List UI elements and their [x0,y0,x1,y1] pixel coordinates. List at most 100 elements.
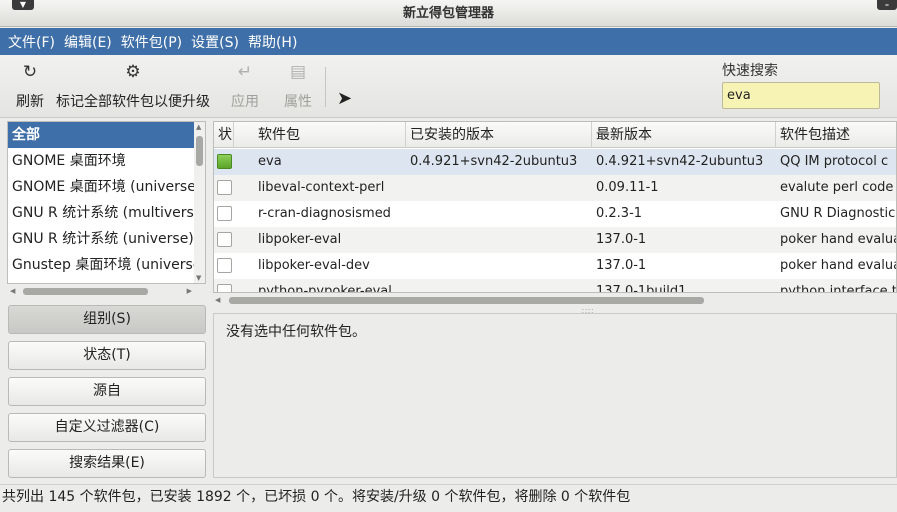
properties-label: 属性 [284,94,312,110]
quick-search-input[interactable] [722,82,880,109]
description-cell: QQ IM protocol c [780,154,889,169]
not-installed-checkbox[interactable] [217,180,232,195]
menu-settings[interactable]: 设置(S) [191,32,239,52]
scrollbar-thumb[interactable] [23,288,148,295]
filter-sections-button[interactable]: 组别(S) [8,305,206,334]
quick-search-label: 快速搜索 [722,63,778,79]
not-installed-checkbox[interactable] [217,258,232,273]
menu-edit[interactable]: 编辑(E) [64,32,112,52]
table-row[interactable]: libpoker-eval 137.0-1 poker hand evalua [214,227,897,253]
installed-version-cell [406,201,592,227]
latest-version-cell: 137.0-1build1 [596,284,687,293]
scroll-left-arrow-icon[interactable]: ◀ [10,287,15,295]
not-installed-checkbox[interactable] [217,206,232,221]
column-status[interactable]: 状 [214,122,234,148]
status-cell [214,201,254,227]
apply-label: 应用 [231,94,259,110]
category-item[interactable]: GNOME 桌面环境 (universe) [8,174,194,200]
installed-version-cell [406,253,592,279]
window-menu-button[interactable]: ▼ [12,0,34,10]
filter-status-button[interactable]: 状态(T) [8,341,206,370]
installed-version-cell [406,227,592,253]
latest-version-cell: 137.0-1 [596,232,647,247]
category-item[interactable]: GNU R 统计系统 (multiverse) [8,200,194,226]
category-list: 全部 GNOME 桌面环境 GNOME 桌面环境 (universe) GNU … [7,121,206,284]
table-row[interactable]: libpoker-eval-dev 137.0-1 poker hand evalu… [214,253,897,279]
package-table-hscrollbar[interactable]: ◀ [213,294,897,306]
table-row[interactable]: python-pypoker-eval 137.0-1build1 python i… [214,279,897,293]
installed-version-cell [406,279,592,292]
filter-custom-button[interactable]: 自定义过滤器(C) [8,413,206,442]
not-installed-checkbox[interactable] [217,232,232,247]
scroll-up-arrow-icon[interactable]: ▲ [196,123,201,131]
category-list-hscrollbar[interactable]: ◀ ▶ [7,285,206,297]
installed-version-cell: 0.4.921+svn42-2ubuntu3 [410,154,578,169]
table-row[interactable]: libeval-context-perl 0.09.11-1 evalute per… [214,175,896,201]
latest-version-cell: 0.4.921+svn42-2ubuntu3 [596,154,764,169]
latest-version-cell: 137.0-1 [596,258,647,273]
gear-icon: ⚙ [125,62,141,82]
filter-origin-button[interactable]: 源自 [8,377,206,406]
installed-version-cell [406,175,592,201]
filter-search-results-button[interactable]: 搜索结果(E) [8,449,206,478]
menu-file[interactable]: 文件(F) [8,32,55,52]
mark-all-upgrades-label: 标记全部软件包以便升级 [56,94,210,110]
description-cell: poker hand evalua [780,232,897,247]
toolbar: ↻ 刷新 ⚙ 标记全部软件包以便升级 ↵ 应用 ▤ 属性 快速搜索 [0,55,897,118]
table-row[interactable]: r-cran-diagnosismed 0.2.3-1 GNU R Diagnost… [214,201,896,227]
refresh-label: 刷新 [16,94,44,110]
status-cell [214,175,254,201]
apply-button[interactable]: ↵ 应用 [231,61,259,111]
scroll-down-arrow-icon[interactable]: ▼ [196,274,201,282]
description-cell: poker hand evalua [780,258,897,273]
apply-icon: ↵ [237,62,253,82]
status-cell [214,149,254,175]
package-name-cell: r-cran-diagnosismed [258,206,391,221]
description-cell: GNU R Diagnostic [780,206,896,221]
description-text: 没有选中任何软件包。 [226,324,366,340]
package-name-cell: python-pypoker-eval [258,284,392,293]
mark-all-upgrades-button[interactable]: ⚙ 标记全部软件包以便升级 [56,61,210,111]
column-description[interactable]: 软件包描述 [776,122,896,148]
scroll-left-arrow-icon[interactable]: ◀ [215,296,220,304]
latest-version-cell: 0.09.11-1 [596,180,659,195]
minimize-button[interactable]: – [877,0,897,10]
toolbar-separator [325,67,326,107]
category-item[interactable]: Gnustep 桌面环境 (universe) [8,252,194,278]
status-bar: 共列出 145 个软件包，已安装 1892 个，已坏损 0 个。将安装/升级 0… [0,484,897,512]
scrollbar-thumb[interactable] [196,136,203,166]
status-cell [214,279,254,292]
installed-status-icon[interactable] [217,154,232,169]
package-name-cell: libpoker-eval-dev [258,258,370,273]
status-cell [214,227,254,253]
description-cell: evalute perl code [780,180,894,195]
menu-package[interactable]: 软件包(P) [121,32,182,52]
category-list-scrollbar[interactable]: ▲ ▼ [194,122,205,283]
category-item-all[interactable]: 全部 [8,122,194,148]
refresh-button[interactable]: ↻ 刷新 [16,61,44,111]
category-item[interactable]: GNOME 桌面环境 [8,148,194,174]
status-cell [214,253,254,279]
refresh-icon: ↻ [22,62,38,82]
category-item[interactable]: GNU R 统计系统 (universe) [8,226,194,252]
menu-help[interactable]: 帮助(H) [248,32,297,52]
window-title: 新立得包管理器 [402,6,494,21]
package-name-cell: libpoker-eval [258,232,342,247]
column-installed-version[interactable]: 已安装的版本 [406,122,592,148]
mouse-cursor-icon: ➤ [337,88,353,109]
not-installed-checkbox[interactable] [217,284,232,292]
package-name-cell: libeval-context-perl [258,180,385,195]
table-row[interactable]: eva 0.4.921+svn42-2ubuntu3 0.4.921+svn42-2… [214,149,896,175]
package-table: 状 软件包 已安装的版本 最新版本 软件包描述 eva 0.4.921+svn42… [213,121,897,293]
description-pane: 没有选中任何软件包。 [213,313,897,478]
properties-icon: ▤ [289,62,307,82]
table-header: 状 软件包 已安装的版本 最新版本 软件包描述 [214,122,896,148]
scrollbar-thumb[interactable] [229,297,704,304]
column-latest-version[interactable]: 最新版本 [592,122,776,148]
scroll-right-arrow-icon[interactable]: ▶ [187,287,192,295]
properties-button[interactable]: ▤ 属性 [284,61,312,111]
column-package[interactable]: 软件包 [254,122,406,148]
title-bar: ▼ 新立得包管理器 – [0,0,897,27]
menu-bar: 文件(F) 编辑(E) 软件包(P) 设置(S) 帮助(H) [0,28,897,55]
description-cell: python interface to [780,284,897,293]
